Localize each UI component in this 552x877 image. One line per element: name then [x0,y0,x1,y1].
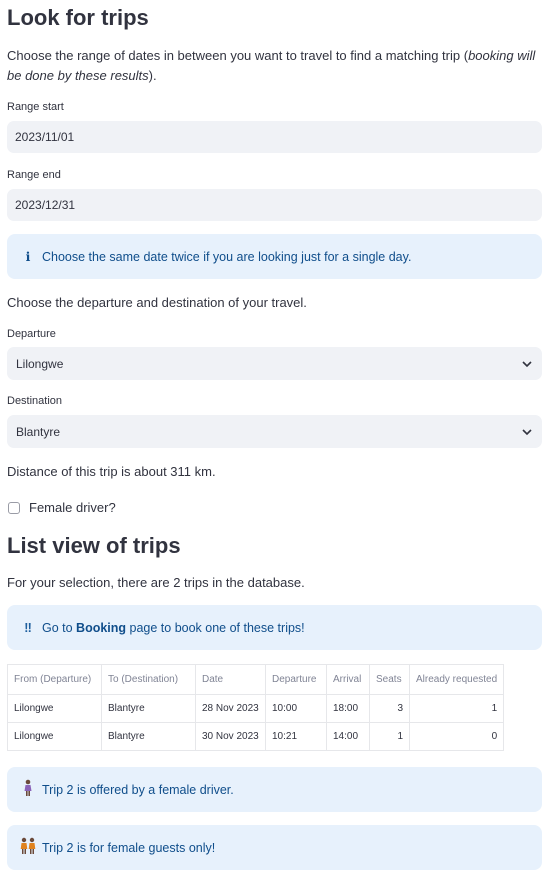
female-driver-checkbox[interactable] [8,502,20,514]
chevron-down-icon [522,360,532,367]
info-alert-female-driver-text: Trip 2 is offered by a female driver. [42,782,234,797]
info-alert-booking-text: Go to Booking page to book one of these … [42,620,305,635]
range-end-input[interactable]: 2023/12/31 [7,189,542,221]
table-cell[interactable]: 0 [408,722,505,751]
column-header[interactable]: Date [195,664,266,695]
trips-table-container: From (Departure) To (Destination) Date D… [7,664,505,751]
column-header[interactable]: To (Destination) [101,664,196,695]
table-cell[interactable]: 18:00 [326,694,370,723]
column-header[interactable]: Seats [369,664,410,695]
info-alert-same-date-text: Choose the same date twice if you are lo… [42,249,412,264]
column-header[interactable]: From (Departure) [7,664,102,695]
table-cell[interactable]: 1 [369,722,410,751]
table-cell[interactable]: Lilongwe [7,694,102,723]
info-alert-female-guests: Trip 2 is for female guests only! [7,825,542,870]
range-end-label: Range end [7,169,61,181]
destination-value: Blantyre [16,424,61,439]
trips-table: From (Departure) To (Destination) Date D… [7,664,505,751]
table-cell[interactable]: Lilongwe [7,722,102,751]
info-alert-same-date: i Choose the same date twice if you are … [7,234,542,279]
column-header[interactable]: Departure [265,664,327,695]
woman-standing-icon [20,779,36,800]
info-alert-female-guests-text: Trip 2 is for female guests only! [42,840,216,855]
range-start-value: 2023/11/01 [15,130,75,144]
choose-route-text: Choose the departure and destination of … [7,295,307,310]
two-women-icon [20,837,36,858]
range-start-label: Range start [7,101,64,113]
table-cell[interactable]: Blantyre [101,722,196,751]
page-title-list-view: List view of trips [7,533,181,558]
info-icon: i [25,249,31,264]
column-header[interactable]: Already requested [408,664,505,695]
selection-count-text: For your selection, there are 2 trips in… [7,575,305,590]
chevron-down-icon [522,428,532,435]
female-driver-checkbox-row[interactable]: Female driver? [8,498,116,518]
intro-text: Choose the range of dates in between you… [7,48,536,83]
range-start-input[interactable]: 2023/11/01 [7,121,542,153]
table-cell[interactable]: 14:00 [326,722,370,751]
table-cell[interactable]: 30 Nov 2023 [195,722,266,751]
destination-select[interactable]: Blantyre [7,415,542,448]
page-title-look-for-trips: Look for trips [7,5,149,30]
distance-text: Distance of this trip is about 311 km. [7,464,216,479]
range-end-value: 2023/12/31 [15,198,76,212]
destination-label: Destination [7,395,63,407]
info-alert-female-driver: Trip 2 is offered by a female driver. [7,767,542,812]
info-alert-booking: ‼ Go to Booking page to book one of thes… [7,605,542,650]
table-header-row: From (Departure) To (Destination) Date D… [7,664,505,695]
table-cell[interactable]: 10:00 [265,694,327,723]
table-cell[interactable]: Blantyre [101,694,196,723]
table-row: Lilongwe Blantyre 28 Nov 2023 10:00 18:0… [7,694,505,723]
column-header[interactable]: Arrival [326,664,370,695]
female-driver-label: Female driver? [29,500,116,515]
double-exclamation-icon: ‼ [24,620,32,635]
table-cell[interactable]: 10:21 [265,722,327,751]
table-cell[interactable]: 28 Nov 2023 [195,694,266,723]
departure-select[interactable]: Lilongwe [7,347,542,380]
departure-label: Departure [7,328,56,340]
booking-page-link[interactable]: Booking [76,621,126,635]
table-cell[interactable]: 3 [369,694,410,723]
departure-value: Lilongwe [16,356,64,371]
table-row: Lilongwe Blantyre 30 Nov 2023 10:21 14:0… [7,722,505,751]
table-cell[interactable]: 1 [408,694,505,723]
